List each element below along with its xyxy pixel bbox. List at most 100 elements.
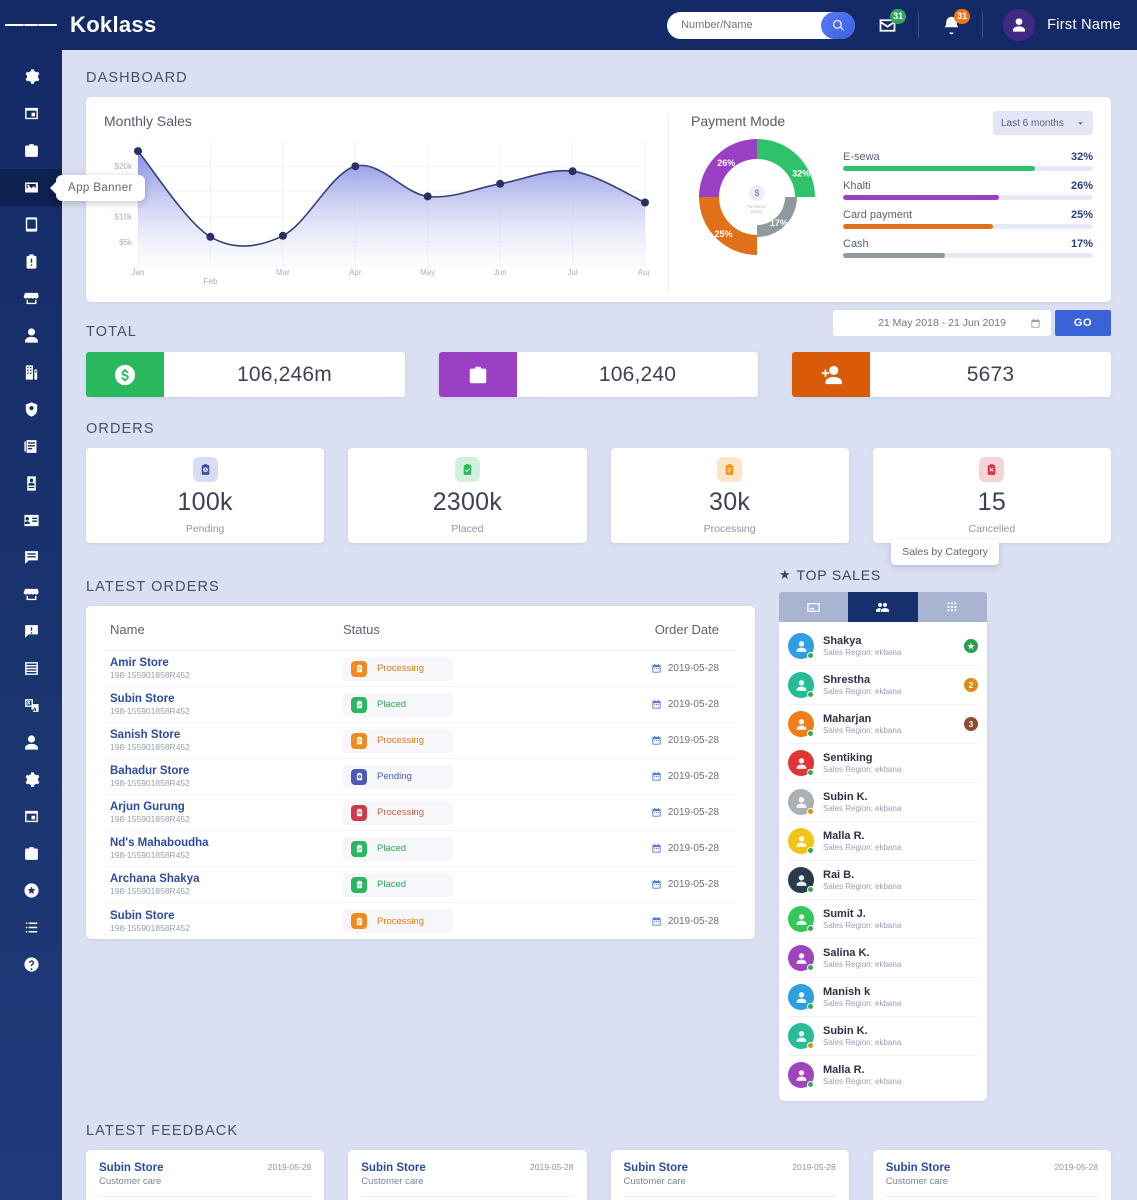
feedback-store-name[interactable]: Subin Store [886,1162,951,1174]
sidebar-item-user[interactable] [0,724,62,761]
top-sales-item[interactable]: Shakya Sales Region: ekbana ★ [788,627,978,666]
sales-region: Sales Region: ekbana [823,1077,902,1086]
order-store-name[interactable]: Amir Store [110,657,343,669]
table-row[interactable]: Bahadur Store 198-155901858R452 Pending 201… [104,759,737,795]
sidebar-item-window[interactable] [0,798,62,835]
top-sales-item[interactable]: Maharjan Sales Region: ekbana 3 [788,705,978,744]
sidebar-item-id-card[interactable] [0,465,62,502]
order-card-label: Cancelled [968,522,1016,535]
top-sales-tab-people[interactable] [848,592,918,622]
table-row[interactable]: Amir Store 198-155901858R452 Processing 201… [104,651,737,687]
avatar[interactable] [1003,9,1036,41]
sales-person-name: Shakya [823,635,862,647]
sidebar-item-building[interactable] [0,354,62,391]
sidebar-item-briefcase[interactable] [0,132,62,169]
table-row[interactable]: Subin Store 198-155901858R452 Placed 2019-0… [104,687,737,723]
date-range-input[interactable]: 21 May 2018 - 21 Jun 2019 [833,310,1051,336]
username-label[interactable]: First Name [1047,17,1121,33]
sidebar-item-image[interactable]: App Banner [0,169,145,206]
table-row[interactable]: Arjun Gurung 198-155901858R452 Processing 2… [104,795,737,831]
search-input[interactable] [681,19,812,31]
feedback-store-name[interactable]: Subin Store [361,1162,426,1174]
order-card-value: 100k [177,487,233,516]
table-row[interactable]: Sanish Store 198-155901858R452 Processing 2… [104,723,737,759]
search-box[interactable] [667,11,856,39]
news-icon [23,440,36,453]
order-store-name[interactable]: Bahadur Store [110,765,343,777]
sidebar-item-store[interactable] [0,280,62,317]
mail-badge: 31 [890,8,907,24]
top-sales-item[interactable]: Subin K. Sales Region: ekbana [788,1017,978,1056]
sidebar-item-user[interactable] [0,317,62,354]
sidebar-item-star-circle[interactable] [0,872,62,909]
top-sales-tab-card[interactable] [779,592,849,622]
order-stat-card[interactable]: 15 Cancelled [872,448,1111,543]
range-select[interactable]: Last 6 months [993,111,1093,135]
order-date-value: 2019-05-28 [667,699,719,710]
top-sales-item[interactable]: Subin K. Sales Region: ekbana [788,783,978,822]
hamburger-menu-icon[interactable] [0,21,62,28]
sidebar-item-gear[interactable] [0,58,62,95]
top-sales-item[interactable]: Salina K. Sales Region: ekbana [788,939,978,978]
sidebar-item-tablet[interactable] [0,206,62,243]
svg-text:MODE: MODE [751,210,764,214]
order-store-name[interactable]: Arjun Gurung [110,801,343,813]
mail-icon[interactable]: 31 [877,8,907,36]
top-sales-item[interactable]: Manish k Sales Region: ekbana [788,978,978,1017]
sidebar-item-briefcase[interactable] [0,835,62,872]
sidebar-item-list-alt[interactable] [0,650,62,687]
order-stat-card[interactable]: 30k Processing [610,448,849,543]
sidebar-item-translate[interactable] [0,687,62,724]
top-sales-item[interactable]: Shrestha Sales Region: ekbana 2 [788,666,978,705]
table-row[interactable]: Archana Shakya 198-155901858R452 Placed 201… [104,867,737,903]
sidebar-item-gear[interactable] [0,761,62,798]
order-card-icon [192,456,218,482]
search-icon[interactable] [821,11,856,39]
avatar [788,1023,814,1049]
sidebar-item-contact-card[interactable] [0,502,62,539]
status-label: Placed [377,699,407,710]
sidebar-item-window[interactable] [0,95,62,132]
sidebar-item-news[interactable] [0,428,62,465]
top-sales-item[interactable]: Sumit J. Sales Region: ekbana [788,900,978,939]
svg-text:Jul: Jul [567,268,577,277]
payment-percent: 17% [1070,238,1093,250]
grid-icon [947,602,957,611]
top-sales-tab-grid[interactable] [917,592,987,622]
go-button[interactable]: GO [1055,310,1111,336]
total-card-icon [86,352,164,397]
feedback-store-name[interactable]: Subin Store [624,1162,689,1174]
order-status-cell: Processing [343,728,593,753]
top-sales-item[interactable]: Rai B. Sales Region: ekbana [788,861,978,900]
latest-orders-section: LATEST ORDERS Name Status Order Date Ami… [86,567,755,1101]
sidebar-item-shield[interactable] [0,391,62,428]
order-store-name[interactable]: Nd's Mahaboudha [110,837,343,849]
list-ul-icon [25,922,37,933]
order-name-cell: Amir Store 198-155901858R452 [110,657,343,680]
sidebar-item-comment[interactable] [0,539,62,576]
top-sales-item[interactable]: Sentiking Sales Region: ekbana [788,744,978,783]
chevron-down-icon [1078,121,1083,125]
status-dot [807,691,814,698]
feedback-store-name[interactable]: Subin Store [99,1162,164,1174]
order-store-name[interactable]: Subin Store [110,910,343,922]
table-row[interactable]: Nd's Mahaboudha 198-155901858R452 Placed 20… [104,831,737,867]
order-store-name[interactable]: Subin Store [110,693,343,705]
sidebar-item-list-ul[interactable] [0,909,62,946]
order-stat-card[interactable]: 100k Pending [86,448,325,543]
order-store-name[interactable]: Sanish Store [110,729,343,741]
order-store-name[interactable]: Archana Shakya [110,873,343,885]
user-icon [796,640,806,652]
sidebar-item-comment-alert[interactable] [0,613,62,650]
order-stat-card[interactable]: 2300k Placed [348,448,587,543]
sidebar-item-store[interactable] [0,576,62,613]
sidebar-item-clipboard-alert[interactable] [0,243,62,280]
sidebar-item-help[interactable] [0,946,62,983]
status-icon [351,804,367,821]
order-name-cell: Subin Store 198-155901858R452 [110,910,343,933]
payment-mode-chart: Payment Mode Last 6 months 32% 17% 25% 26% $… [669,111,1093,292]
top-sales-item[interactable]: Malla R. Sales Region: ekbana [788,1056,978,1094]
top-sales-item[interactable]: Malla R. Sales Region: ekbana [788,822,978,861]
bell-icon[interactable]: 31 [941,8,971,36]
table-row[interactable]: Subin Store 198-155901858R452 Processing 20… [104,903,737,939]
